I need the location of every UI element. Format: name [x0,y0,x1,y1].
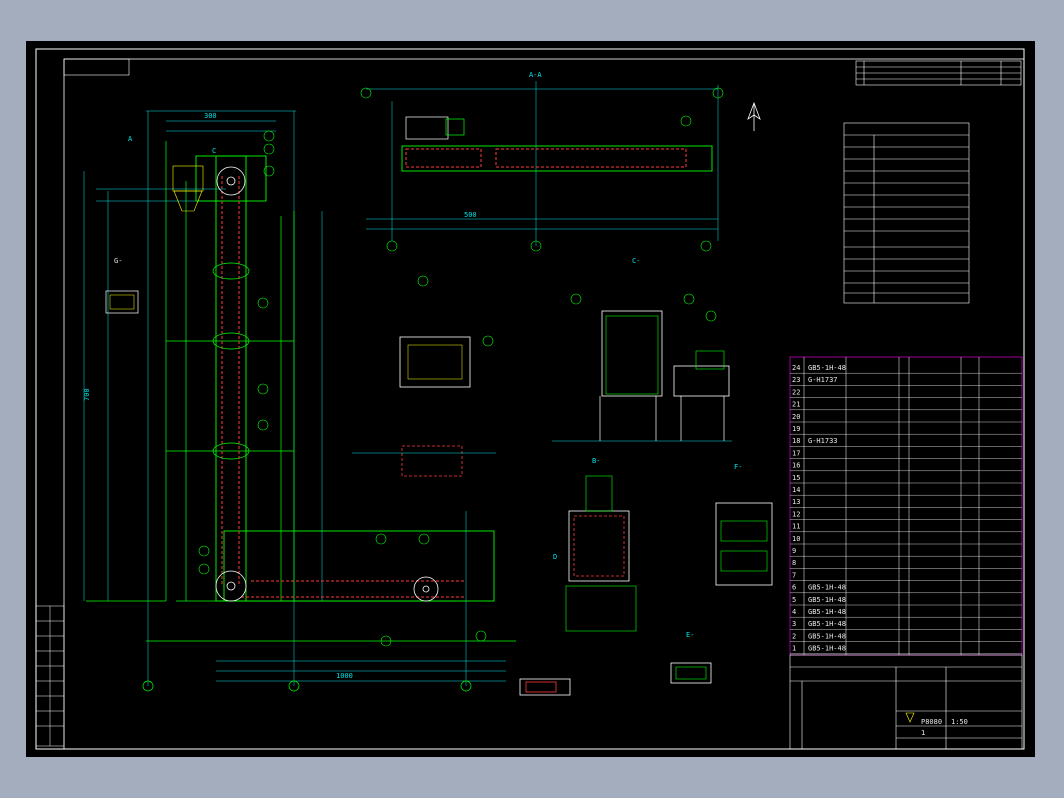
warning-triangle-icon [905,712,915,723]
bom-item-number: 9 [792,547,796,555]
bom-item-number: 10 [792,535,800,543]
north-arrow-icon [747,101,761,131]
view-e-title: E- [686,631,694,639]
main-dimension-lines [83,110,506,686]
aa-drive-motor [405,116,449,140]
bom-item-number: 12 [792,510,800,518]
elevator-casing [195,155,495,602]
view-b-title: B- [592,457,600,465]
bom-item-code: GB5-1H-48 [808,364,846,372]
bom-item-number: 18 [792,437,800,445]
support-structure [86,141,516,642]
bom-item-code: GB5-1H-48 [808,620,846,628]
dim-bottom: 1000 [336,672,353,680]
aa-chain-left [405,148,482,168]
drawing-number: P8080 [921,718,942,726]
revision-table [855,60,1022,86]
aa-chain-right [495,148,687,168]
detail-section-link [352,445,496,477]
aa-foundation-markers [360,87,724,252]
title-block [789,654,1023,750]
bom-item-number: 16 [792,462,800,470]
bom-item-number: 20 [792,413,800,421]
aa-dimension-lines [366,81,719,246]
view-d-detail [519,678,571,696]
bom-item-number: 23 [792,376,800,384]
bom-item-number: 13 [792,498,800,506]
view-c-label: C [212,147,216,155]
bom-item-number: 24 [792,364,800,372]
bom-item-number: 22 [792,388,800,396]
bom-item-number: 3 [792,620,796,628]
bom-item-number: 14 [792,486,800,494]
bill-of-materials-table: 24 GB5-1H-4823 G-H17372221201918 G-H1733171… [789,356,1023,656]
bom-item-code: GB5-1H-48 [808,608,846,616]
view-b: B- D [553,457,637,632]
corner-box [63,58,130,76]
bom-item-code: GB5-1H-48 [808,596,846,604]
bom-item-number: 5 [792,596,796,604]
bom-item-number: 7 [792,571,796,579]
bom-item-number: 15 [792,474,800,482]
inspection-doors [212,262,250,460]
bom-item-number: 1 [792,645,796,653]
spec-table [843,122,970,304]
aa-dim: 500 [464,211,477,219]
bom-rows: 24 GB5-1H-4823 G-H17372221201918 G-H1733171… [790,364,1022,654]
view-c-title: C- [632,257,640,265]
view-c: C- [552,257,732,442]
bom-item-number: 19 [792,425,800,433]
outer-frame [35,48,1025,750]
drawing-scale: 1:50 [951,718,968,726]
dim-top: 300 [204,112,217,120]
foundation-markers [142,680,472,692]
drawing-sheet: G- A C 300 1000 700 A-A 500 C- B- D F- E… [26,41,1035,757]
sprocket-wheels [215,166,439,602]
inner-frame [63,58,1025,750]
view-e: E- [670,631,712,684]
dim-height: 700 [83,388,91,401]
sheet-number: 1 [921,729,925,737]
view-g-label: G- [114,257,122,265]
bom-item-code: GB5-1H-48 [808,584,846,592]
part-balloons [198,130,487,647]
bom-item-number: 6 [792,584,796,592]
cad-drawing: G- A C 300 1000 700 A-A 500 C- B- D F- E… [35,48,1025,750]
detail-view-1 [399,275,494,388]
bom-item-number: 21 [792,401,800,409]
elevator-main-view: G- A C 300 1000 700 [83,110,516,692]
section-aa-label: A-A [529,71,542,79]
bom-item-code: GB5-1H-48 [808,632,846,640]
view-a-label: A [128,135,133,143]
bom-item-number: 17 [792,449,800,457]
view-d-mark: D [553,553,557,561]
bom-item-number: 4 [792,608,796,616]
view-f: F- [715,463,773,586]
section-aa-view: A-A 500 [360,71,724,252]
view-f-title: F- [734,463,742,471]
bom-item-code: GB5-1H-48 [808,645,846,653]
bom-item-number: 11 [792,523,800,531]
view-g-inset: G- [105,257,139,314]
head-drive-unit [172,165,204,212]
side-strip-table [35,605,65,747]
bom-item-code: G-H1737 [808,376,838,384]
aa-gearbox [445,118,465,136]
bom-item-number: 8 [792,559,796,567]
bom-item-number: 2 [792,632,796,640]
bom-item-code: G-H1733 [808,437,838,445]
